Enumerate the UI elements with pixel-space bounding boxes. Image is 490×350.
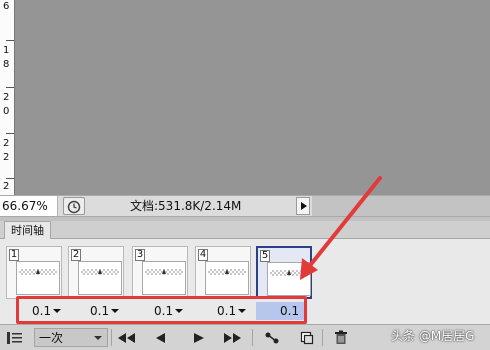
watermark: 头条 @M居居G <box>391 329 475 343</box>
annotation-arrow <box>300 176 382 280</box>
